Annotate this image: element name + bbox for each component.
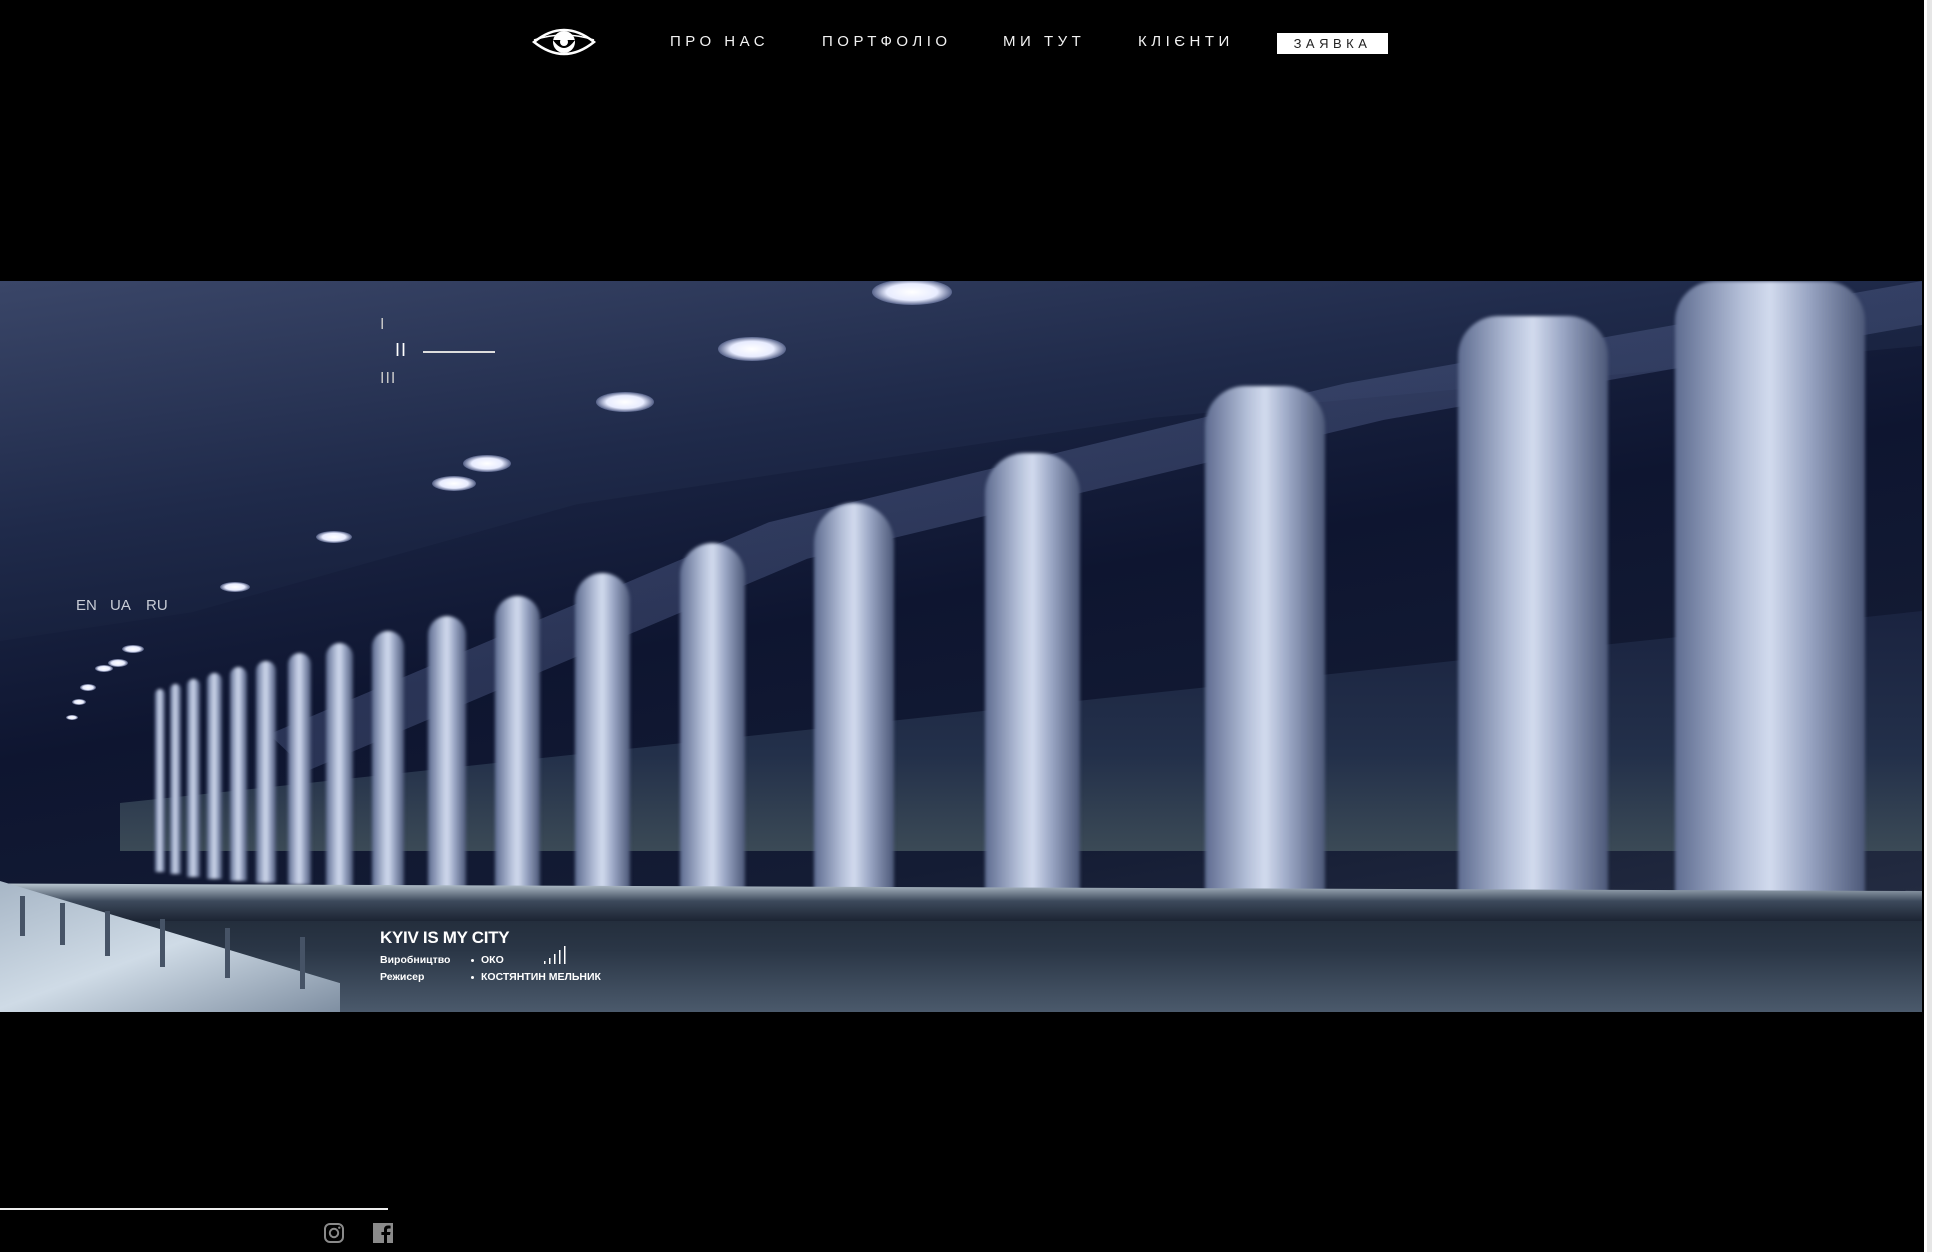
nav-portfolio[interactable]: ПОРТФОЛІО — [822, 33, 952, 50]
ceiling-lamp — [316, 531, 352, 543]
nav-contacts[interactable]: МИ ТУТ — [1003, 33, 1085, 50]
tunnel-pillar — [256, 661, 276, 883]
tunnel-pillar — [187, 679, 200, 877]
railing-post — [225, 928, 230, 978]
footer-divider — [0, 1208, 388, 1210]
production-value: ОКО — [481, 954, 504, 966]
slide-index-1[interactable]: I — [380, 316, 385, 334]
tunnel-pillar — [230, 667, 247, 881]
tunnel-pillar — [372, 631, 404, 889]
nav-about[interactable]: ПРО НАС — [670, 33, 769, 50]
tunnel-pillar — [155, 689, 165, 872]
ceiling-lamp — [463, 455, 511, 472]
project-title: KYIV IS MY CITY — [380, 928, 510, 947]
eye-icon[interactable] — [531, 22, 597, 62]
ceiling-lamp — [72, 699, 86, 705]
slide-index-3[interactable]: III — [380, 370, 396, 388]
tunnel-pillar — [680, 543, 745, 898]
tunnel-pillar — [985, 453, 1080, 908]
nav-clients[interactable]: КЛІЄНТИ — [1138, 33, 1234, 50]
tunnel-pillar — [207, 673, 222, 879]
railing-post — [20, 896, 25, 936]
lang-ua[interactable]: UA — [110, 597, 131, 614]
lang-ru[interactable]: RU — [146, 597, 168, 614]
tunnel-pillar — [495, 596, 540, 891]
meta-bullet — [471, 976, 474, 979]
tunnel-pillar — [326, 643, 353, 888]
page-scrollbar[interactable] — [1924, 0, 1933, 1252]
request-button[interactable]: ЗАЯВКА — [1277, 33, 1388, 54]
tunnel-pillar — [575, 573, 630, 893]
ceiling-lamp — [95, 665, 113, 672]
facebook-icon[interactable] — [372, 1222, 394, 1244]
ceiling-lamp — [718, 337, 786, 361]
scrollbar-thumb[interactable] — [1927, 0, 1932, 1252]
tunnel-pillar — [428, 616, 466, 891]
meta-bullet — [471, 959, 474, 962]
lang-en[interactable]: EN — [76, 597, 97, 614]
active-slide-indicator — [423, 351, 495, 353]
director-value: КОСТЯНТИН МЕЛЬНИК — [481, 971, 601, 983]
instagram-icon[interactable] — [323, 1222, 345, 1244]
railing-post — [300, 937, 305, 989]
railing-post — [60, 903, 65, 945]
tunnel-pillar — [1675, 281, 1865, 921]
ceiling-lamp — [220, 582, 250, 592]
hero-video[interactable] — [0, 281, 1922, 1012]
slide-index-2[interactable]: II — [395, 340, 407, 361]
ceiling-lamp — [596, 392, 654, 412]
volume-bars-icon[interactable] — [543, 946, 569, 964]
ceiling-lamp — [80, 684, 96, 691]
tunnel-pillar — [814, 503, 894, 903]
tunnel-pillar — [1458, 316, 1608, 916]
ceiling-lamp — [432, 476, 476, 491]
director-label: Режисер — [380, 971, 425, 983]
production-label: Виробництво — [380, 954, 451, 966]
railing-post — [105, 911, 110, 956]
tunnel-pillar — [1205, 386, 1325, 911]
railing-post — [160, 919, 165, 967]
ceiling-lamp — [66, 715, 78, 720]
tunnel-pillar — [288, 653, 311, 885]
tunnel-pillar — [170, 684, 181, 874]
ceiling-lamp — [122, 645, 144, 653]
site-header: ПРО НАС ПОРТФОЛІО МИ ТУТ КЛІЄНТИ ЗАЯВКА — [0, 0, 1933, 90]
